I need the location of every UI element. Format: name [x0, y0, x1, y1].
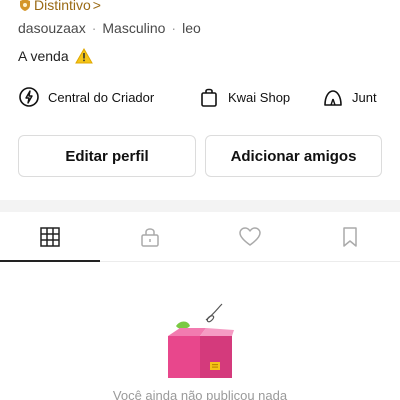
- shopping-bag-icon: [201, 88, 217, 107]
- zodiac-sign: leo: [182, 20, 201, 36]
- join-link[interactable]: Junt: [322, 86, 377, 108]
- profile-links: Central do Criador Kwai Shop Junt: [18, 86, 377, 108]
- grid-icon: [40, 226, 60, 247]
- lock-icon: [141, 227, 159, 247]
- badge-row[interactable]: Distintivo >: [18, 0, 101, 14]
- warning-icon: [74, 48, 93, 64]
- tab-saved[interactable]: [300, 212, 400, 261]
- creator-center-link[interactable]: Central do Criador: [18, 86, 198, 108]
- creator-center-label: Central do Criador: [48, 89, 155, 105]
- tent-icon: [324, 90, 342, 106]
- heart-icon: [239, 226, 261, 246]
- edit-profile-button[interactable]: Editar perfil: [18, 135, 196, 177]
- empty-state-message: Você ainda não publicou nada: [112, 388, 288, 400]
- profile-tabs: [0, 212, 400, 262]
- chevron-right-icon: >: [92, 0, 101, 13]
- separator-dot: ·: [91, 20, 97, 36]
- bookmark-icon: [343, 226, 357, 247]
- tab-private[interactable]: [100, 212, 200, 261]
- username: dasouzaax: [18, 20, 86, 36]
- tab-liked[interactable]: [200, 212, 300, 261]
- bio-text: A venda: [18, 48, 69, 64]
- badge-label: Distintivo: [34, 0, 91, 13]
- gender: Masculino: [102, 20, 166, 36]
- bio: A venda: [18, 48, 93, 64]
- shield-badge-icon: [20, 0, 30, 11]
- add-friends-button[interactable]: Adicionar amigos: [205, 135, 382, 177]
- kwai-shop-label: Kwai Shop: [228, 89, 291, 105]
- lightning-circle-icon: [19, 87, 39, 107]
- separator-dot: ·: [171, 20, 177, 36]
- tab-posts[interactable]: [0, 212, 100, 262]
- join-label: Junt: [352, 89, 377, 105]
- kwai-shop-link[interactable]: Kwai Shop: [198, 86, 322, 108]
- profile-meta: dasouzaax · Masculino · leo: [18, 20, 201, 36]
- empty-box-illustration: [168, 303, 234, 378]
- section-divider: [0, 200, 400, 212]
